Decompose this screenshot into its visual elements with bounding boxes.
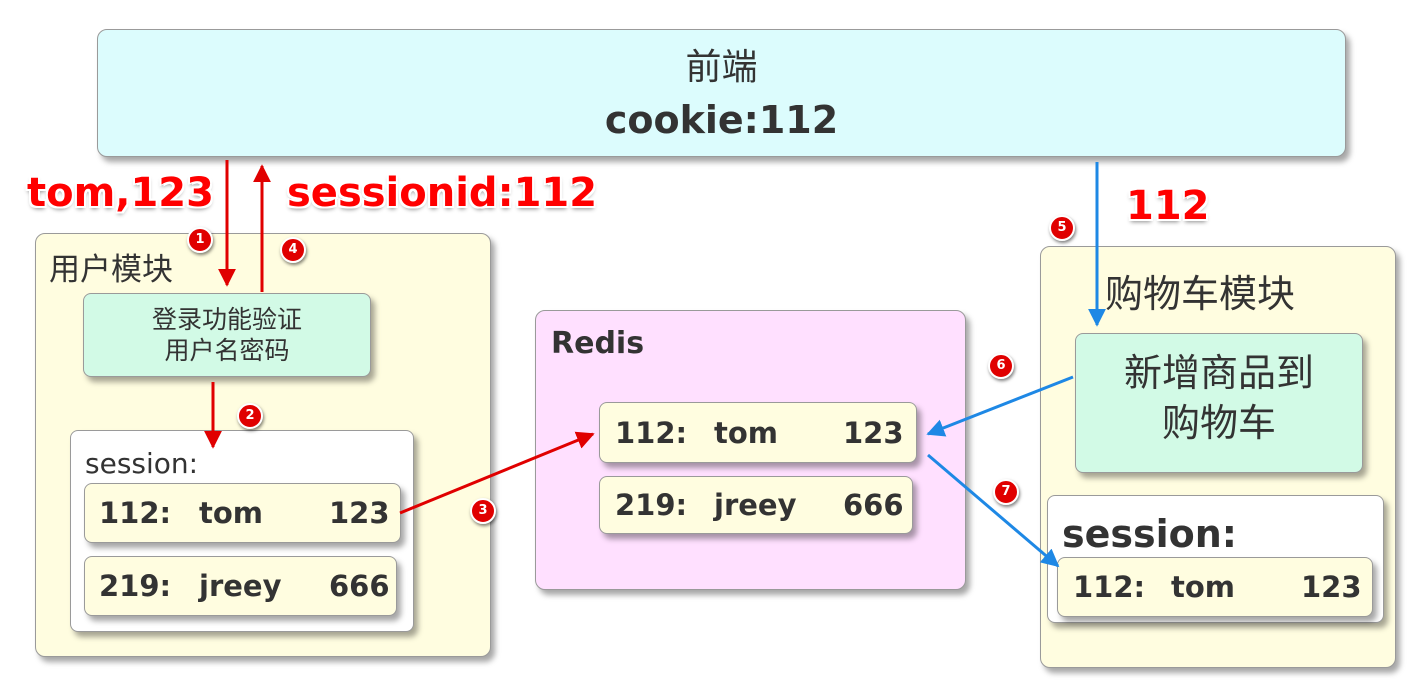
step-badge-5: 5 bbox=[1049, 215, 1075, 241]
step-badge-7: 7 bbox=[993, 479, 1019, 505]
annotation-cart-cookie: 112 bbox=[1126, 183, 1210, 229]
step-badge-4: 4 bbox=[280, 237, 306, 263]
step-badge-2: 2 bbox=[237, 403, 263, 429]
step-badge-3: 3 bbox=[470, 498, 496, 524]
arrow-session-to-redis bbox=[399, 431, 595, 515]
arrow-redis-to-cart-session bbox=[927, 453, 1060, 568]
step-badge-1: 1 bbox=[187, 227, 213, 253]
step-badge-6: 6 bbox=[988, 353, 1014, 379]
annotation-login-request: tom,123 bbox=[27, 170, 214, 216]
arrows-layer bbox=[204, 160, 1106, 568]
annotation-session-response: sessionid:112 bbox=[287, 170, 598, 216]
arrow-cart-to-redis bbox=[926, 375, 1074, 437]
